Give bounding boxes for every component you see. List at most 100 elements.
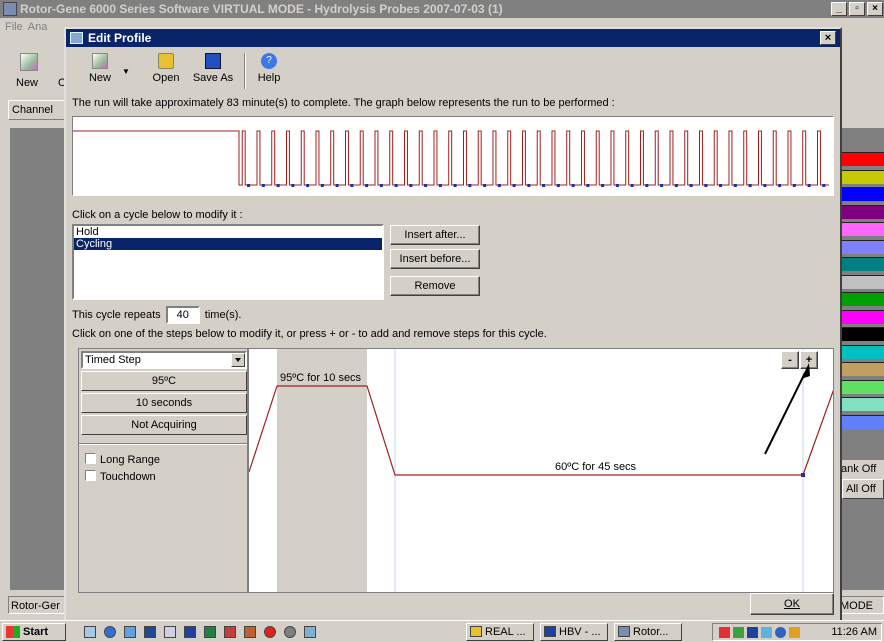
remove-cycle-button[interactable]: Remove [390, 276, 480, 296]
menu-analysis[interactable]: Ana [28, 21, 48, 33]
acquisition-marker [335, 184, 339, 187]
acquisition-marker [261, 184, 265, 187]
acquisition-marker [778, 184, 782, 187]
quicklaunch-ie-icon[interactable] [104, 626, 116, 638]
acquisition-marker [704, 184, 708, 187]
save-as-label: Save As [192, 72, 234, 84]
task-real[interactable]: REAL ... [466, 623, 534, 641]
insert-before-button[interactable]: Insert before... [390, 249, 480, 269]
tray-icon-3[interactable] [747, 627, 758, 638]
acquisition-marker [645, 184, 649, 187]
channel-color-swatch[interactable] [838, 309, 884, 324]
step-type-select[interactable]: Timed Step [81, 351, 247, 369]
channel-color-swatch[interactable] [838, 239, 884, 254]
channel-color-swatch[interactable] [838, 379, 884, 394]
main-menu-bar: File Ana [0, 19, 70, 36]
channel-color-swatch[interactable] [838, 204, 884, 219]
maximize-button[interactable]: ▫ [849, 2, 865, 16]
quicklaunch-tool-icon[interactable] [304, 626, 316, 638]
acquisition-marker [424, 184, 428, 187]
chevron-down-icon[interactable] [231, 353, 245, 367]
profile-open-button[interactable]: Open [148, 51, 184, 91]
tray-icon-1[interactable] [719, 627, 730, 638]
new-icon [92, 53, 108, 69]
tray-icon-2[interactable] [733, 627, 744, 638]
step2-label[interactable]: 60ºC for 45 secs [555, 461, 637, 473]
step-acquiring-button[interactable]: Not Acquiring [81, 415, 247, 435]
repeat-count-input[interactable]: 40 [165, 306, 200, 324]
new-dropdown-arrow-icon[interactable]: ▼ [122, 67, 130, 76]
quicklaunch-media-icon[interactable] [264, 626, 276, 638]
repeat-prefix: This cycle repeats [72, 308, 161, 321]
channel-color-swatch[interactable] [838, 169, 884, 184]
quicklaunch-access-icon[interactable] [244, 626, 256, 638]
step-hint: Click on one of the steps below to modif… [72, 328, 547, 340]
quicklaunch-clock-icon[interactable] [284, 626, 296, 638]
channel-color-swatch[interactable] [838, 362, 884, 376]
ok-label: OK [784, 598, 800, 610]
quicklaunch-window-icon[interactable] [144, 626, 156, 638]
acquisition-marker [468, 184, 472, 187]
acquisition-marker [601, 184, 605, 187]
acquisition-marker [527, 184, 531, 187]
rank-off-label[interactable]: ank Off [838, 460, 884, 480]
insert-after-button[interactable]: Insert after... [390, 225, 480, 245]
long-range-checkbox[interactable]: Long Range [85, 453, 160, 466]
taskbar-clock: 11:26 AM [831, 626, 877, 638]
channel-color-swatch[interactable] [838, 397, 884, 411]
main-status-right: MODE [836, 596, 884, 614]
acquisition-marker [497, 184, 501, 187]
step-duration-button[interactable]: 10 seconds [81, 393, 247, 413]
channel-color-swatch[interactable] [838, 344, 884, 359]
profile-save-as-button[interactable]: Save As [190, 51, 236, 91]
step1-label[interactable]: 95ºC for 10 secs [280, 372, 362, 384]
quicklaunch-word-icon[interactable] [184, 626, 196, 638]
channel-color-swatch[interactable] [838, 327, 884, 341]
quicklaunch-app-icon[interactable] [164, 626, 176, 638]
profile-help-button[interactable]: ? Help [252, 51, 286, 91]
new-label: New [88, 72, 111, 84]
quicklaunch-desktop-icon[interactable] [84, 626, 96, 638]
cycle-repeat-row: This cycle repeats 40 time(s). [72, 306, 241, 324]
acquisition-marker [586, 184, 590, 187]
task-hbv[interactable]: HBV - ... [540, 623, 608, 641]
remove-step-button[interactable]: - [781, 351, 799, 369]
channel-tab[interactable]: Channel [8, 100, 68, 120]
tray-icon-5[interactable] [775, 627, 786, 638]
menu-file[interactable]: File [5, 21, 23, 33]
new-run-icon [20, 53, 38, 71]
quicklaunch-explorer-icon[interactable] [124, 626, 136, 638]
tray-icon-4[interactable] [761, 627, 772, 638]
step-temperature-button[interactable]: 95ºC [81, 371, 247, 391]
touchdown-checkbox[interactable]: Touchdown [85, 470, 156, 483]
profile-new-button[interactable]: New [82, 51, 118, 91]
ok-button[interactable]: OK [750, 593, 834, 615]
main-new-button[interactable]: New [16, 77, 38, 89]
channel-color-swatch[interactable] [838, 257, 884, 271]
channel-color-swatch[interactable] [838, 187, 884, 201]
acquisition-marker [748, 184, 752, 187]
task-rotor[interactable]: Rotor... [614, 623, 682, 641]
cycle-profile-graph[interactable]: 95ºC for 10 secs 60ºC for 45 secs - + [248, 348, 834, 593]
cycle-item-cycling[interactable]: Cycling [74, 238, 382, 250]
all-off-button[interactable]: All Off [842, 479, 884, 499]
start-button[interactable]: Start [2, 623, 66, 641]
minimize-button[interactable]: _ [831, 2, 847, 16]
channel-color-swatch[interactable] [838, 414, 884, 429]
acquisition-marker [306, 184, 310, 187]
app-icon [3, 2, 17, 16]
channel-color-swatch[interactable] [838, 152, 884, 166]
quicklaunch-powerpoint-icon[interactable] [224, 626, 236, 638]
channel-color-swatch[interactable] [838, 274, 884, 289]
cycle-list[interactable]: Hold Cycling [72, 224, 384, 300]
cycle-item-hold[interactable]: Hold [74, 226, 382, 238]
quicklaunch-excel-icon[interactable] [204, 626, 216, 638]
dialog-close-button[interactable]: × [820, 31, 836, 45]
close-button[interactable]: × [867, 2, 883, 16]
tray-icon-6[interactable] [789, 627, 800, 638]
channel-color-swatch[interactable] [838, 292, 884, 306]
channel-color-swatch[interactable] [838, 222, 884, 236]
acquisition-marker [453, 184, 457, 187]
acquisition-marker [660, 184, 664, 187]
add-step-button[interactable]: + [800, 351, 818, 369]
